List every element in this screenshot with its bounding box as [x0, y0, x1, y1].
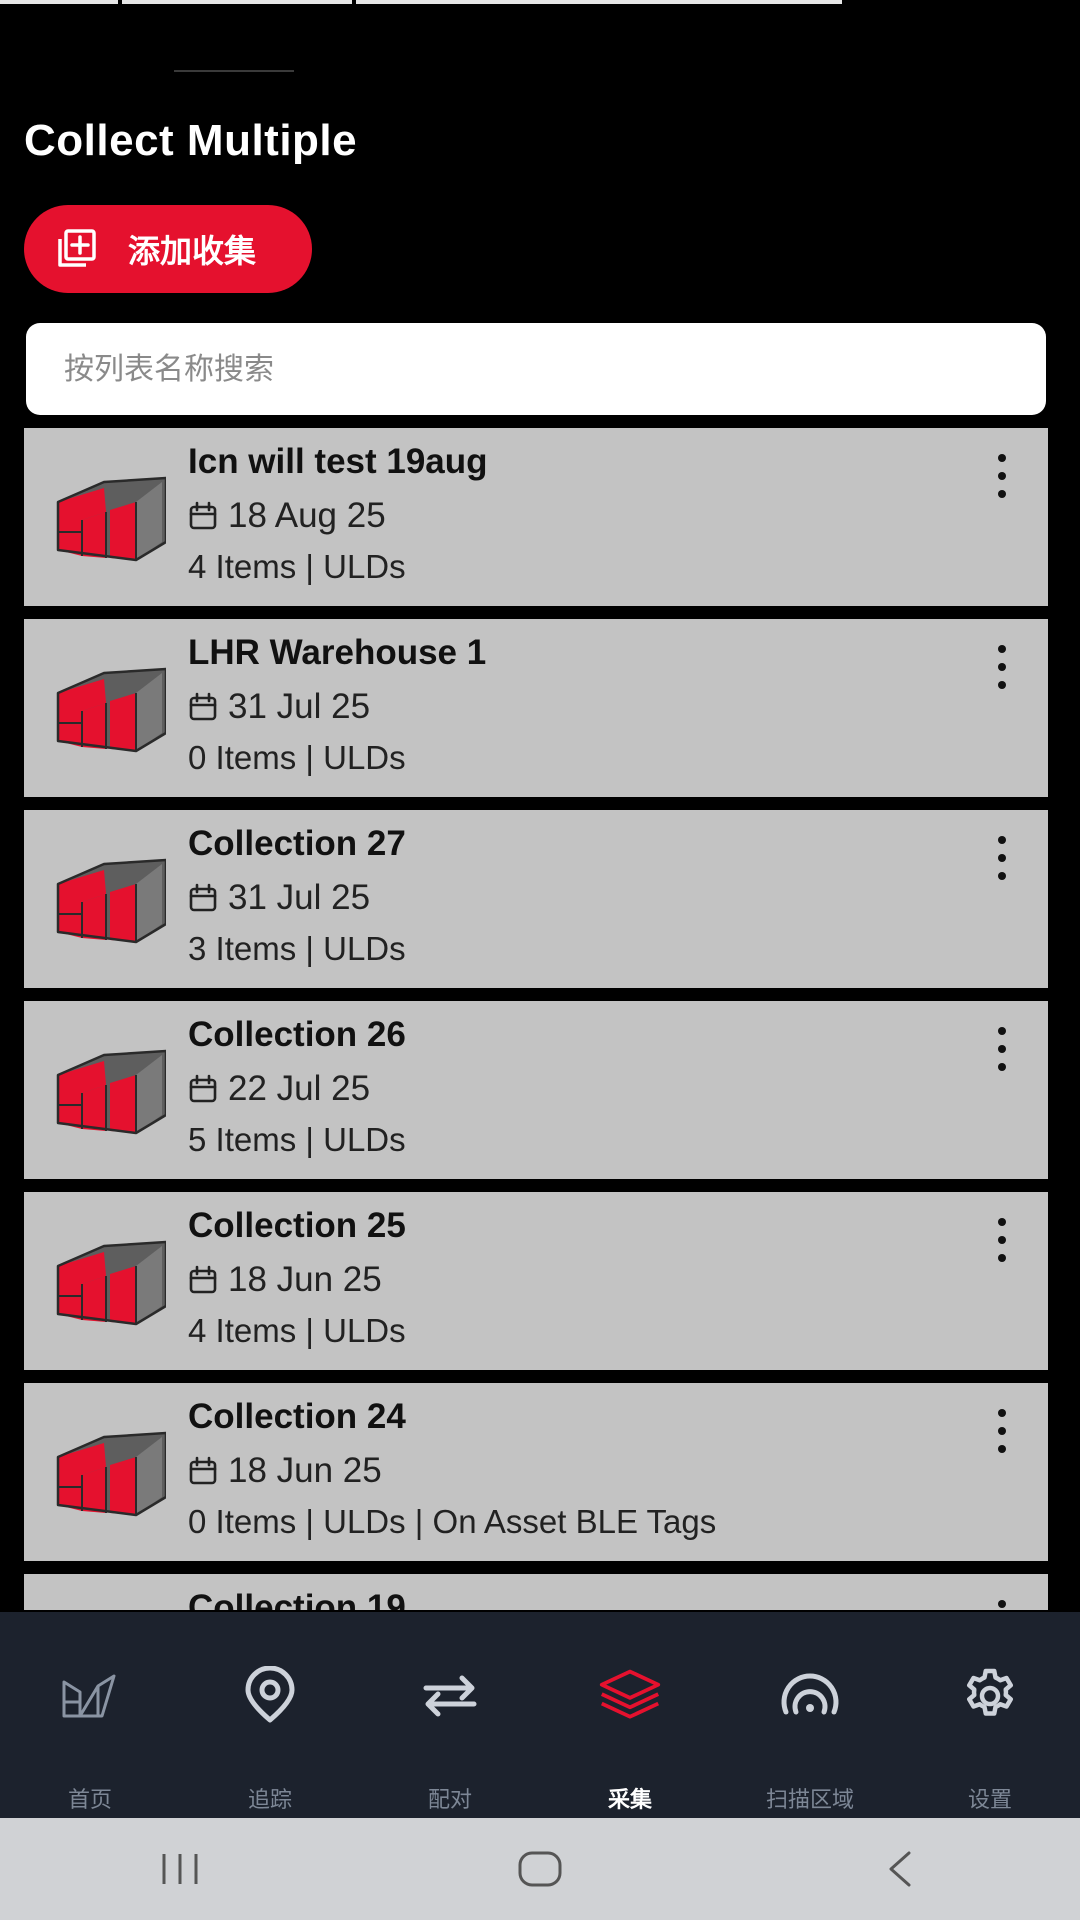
calendar-icon [188, 883, 218, 913]
status-bar [0, 0, 1080, 72]
nav-item-pairing[interactable]: 配对 [360, 1612, 540, 1818]
search-input[interactable] [26, 323, 1046, 415]
more-options-icon[interactable] [992, 1600, 1012, 1610]
calendar-icon [188, 501, 218, 531]
nav-label: 设置 [967, 1788, 1012, 1813]
nav-label: 扫描区域 [765, 1788, 854, 1813]
collection-name: Collection 19 [188, 1588, 406, 1610]
collection-info: 0 Items | ULDs [188, 739, 406, 776]
calendar-icon [188, 1074, 218, 1104]
app-screen: Collect Multiple 添加收集 Icn [0, 0, 1080, 1920]
nav-item-home[interactable]: 首页 [0, 1612, 180, 1818]
collection-info: 3 Items | ULDs [188, 930, 406, 967]
uld-container-icon [54, 472, 168, 564]
collection-list-item[interactable]: LHR Warehouse 1 31 Jul 25 0 Items | ULDs [24, 619, 1048, 797]
gear-icon [958, 1664, 1022, 1728]
recent-apps-button[interactable] [140, 1839, 220, 1899]
collection-date: 18 Jun 25 [228, 1260, 382, 1299]
collection-list-item[interactable]: Collection 25 18 Jun 25 4 Items | ULDs [24, 1192, 1048, 1370]
collection-info: 5 Items | ULDs [188, 1121, 406, 1158]
page-title: Collect Multiple [24, 116, 358, 165]
nav-label: 采集 [607, 1788, 652, 1813]
uld-container-icon [54, 1236, 168, 1328]
collection-name: LHR Warehouse 1 [188, 633, 487, 672]
uld-container-icon [54, 1045, 168, 1137]
nav-item-settings[interactable]: 设置 [900, 1612, 1080, 1818]
collection-info: 4 Items | ULDs [188, 1312, 406, 1349]
collection-list-item[interactable]: Collection 24 18 Jun 25 0 Items | ULDs |… [24, 1383, 1048, 1561]
nav-item-tracking[interactable]: 追踪 [180, 1612, 360, 1818]
collection-name: Collection 25 [188, 1206, 406, 1245]
collection-date-row: 22 Jul 25 [188, 1069, 370, 1109]
calendar-icon [188, 1265, 218, 1295]
more-options-icon[interactable] [992, 645, 1012, 689]
collection-list-item[interactable]: Collection 27 31 Jul 25 3 Items | ULDs [24, 810, 1048, 988]
collection-list[interactable]: Icn will test 19aug 18 Aug 25 4 Items | … [0, 428, 1080, 1610]
collection-date-row: 31 Jul 25 [188, 687, 370, 727]
uld-container-icon [54, 1427, 168, 1519]
collection-name: Icn will test 19aug [188, 442, 488, 481]
collection-list-item[interactable]: Icn will test 19aug 18 Aug 25 4 Items | … [24, 428, 1048, 606]
collection-date: 22 Jul 25 [228, 1069, 371, 1108]
layers-icon [598, 1664, 662, 1728]
uld-container-icon [54, 663, 168, 755]
back-button[interactable] [860, 1839, 940, 1899]
nav-label: 追踪 [247, 1788, 292, 1813]
collection-info: 0 Items | ULDs | On Asset BLE Tags [188, 1503, 717, 1540]
collection-date-row: 18 Jun 25 [188, 1260, 382, 1300]
collection-date: 18 Jun 25 [228, 1451, 382, 1490]
add-collection-label: 添加收集 [128, 232, 257, 270]
collection-list-item[interactable]: Collection 26 22 Jul 25 5 Items | ULDs [24, 1001, 1048, 1179]
bottom-navigation: 首页 追踪 配对 采集 扫描区域 设置 [0, 1612, 1080, 1818]
collection-date: 18 Aug 25 [228, 496, 386, 535]
more-options-icon[interactable] [992, 1218, 1012, 1262]
status-bar-segment [0, 0, 118, 4]
collection-date-row: 18 Aug 25 [188, 496, 386, 536]
broadcast-icon [778, 1664, 842, 1728]
collection-name: Collection 26 [188, 1015, 406, 1054]
calendar-icon [188, 692, 218, 722]
collection-date-row: 18 Jun 25 [188, 1451, 382, 1491]
collection-date: 31 Jul 25 [228, 687, 371, 726]
nav-label: 首页 [67, 1788, 112, 1813]
add-collection-button[interactable]: 添加收集 [24, 205, 312, 293]
location-pin-icon [238, 1664, 302, 1728]
nav-item-collect[interactable]: 采集 [540, 1612, 720, 1818]
home-icon [58, 1664, 122, 1728]
status-bar-segment [122, 0, 352, 4]
swap-arrows-icon [418, 1664, 482, 1728]
status-bar-segment [356, 0, 842, 4]
more-options-icon[interactable] [992, 1409, 1012, 1453]
more-options-icon[interactable] [992, 1027, 1012, 1071]
nav-item-scan-zone[interactable]: 扫描区域 [720, 1612, 900, 1818]
calendar-icon [188, 1456, 218, 1486]
more-options-icon[interactable] [992, 454, 1012, 498]
collection-name: Collection 27 [188, 824, 406, 863]
home-button[interactable] [500, 1839, 580, 1899]
add-collection-icon [52, 225, 100, 273]
collection-date: 31 Jul 25 [228, 878, 371, 917]
collection-date-row: 31 Jul 25 [188, 878, 370, 918]
collection-info: 4 Items | ULDs [188, 548, 406, 585]
more-options-icon[interactable] [992, 836, 1012, 880]
status-bar-segment [174, 70, 294, 72]
system-navigation-bar [0, 1818, 1080, 1920]
nav-label: 配对 [427, 1788, 472, 1813]
collection-list-item[interactable]: Collection 19 [24, 1574, 1048, 1610]
collection-name: Collection 24 [188, 1397, 406, 1436]
uld-container-icon [54, 854, 168, 946]
